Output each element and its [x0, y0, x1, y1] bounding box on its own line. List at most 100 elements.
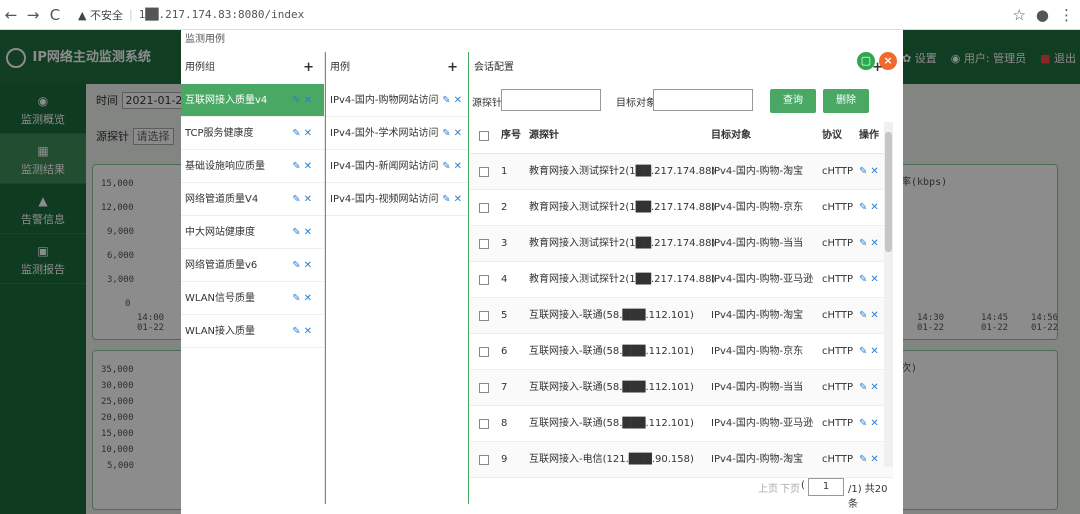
edit-icon[interactable]: ✎ — [442, 95, 450, 106]
case-item[interactable]: IPv4-国内-新闻网站访问 ✎ ✕ — [326, 150, 468, 183]
forward-button[interactable]: → — [22, 6, 44, 24]
edit-icon[interactable]: ✎ — [292, 227, 300, 238]
session-table-header: 序号 源探针 目标对象 协议 操作 — [470, 118, 893, 154]
delete-icon[interactable]: ✕ — [870, 310, 878, 321]
target-input[interactable] — [653, 89, 753, 111]
prev-page-link[interactable]: 上页 — [758, 480, 778, 495]
case-item[interactable]: IPv4-国外-学术网站访问 ✎ ✕ — [326, 117, 468, 150]
table-row[interactable]: 6 互联网接入-联通(58.███.112.101) IPv4-国内-购物-京东 cH… — [470, 334, 893, 370]
row-checkbox[interactable] — [479, 455, 489, 465]
edit-icon[interactable]: ✎ — [859, 418, 867, 429]
case-item[interactable]: IPv4-国内-视频网站访问 ✎ ✕ — [326, 183, 468, 216]
delete-icon[interactable]: ✕ — [870, 454, 878, 465]
edit-icon[interactable]: ✎ — [292, 128, 300, 139]
edit-icon[interactable]: ✎ — [442, 128, 450, 139]
row-checkbox[interactable] — [479, 239, 489, 249]
case-item[interactable]: IPv4-国内-购物网站访问 ✎ ✕ — [326, 84, 468, 117]
query-button[interactable]: 查询 — [770, 89, 816, 113]
delete-icon[interactable]: ✕ — [454, 194, 462, 205]
table-row[interactable]: 1 教育网接入测试探针2(1██.217.174.88) IPv4-国内-购物-淘宝… — [470, 154, 893, 190]
delete-icon[interactable]: ✕ — [870, 238, 878, 249]
case-group-item[interactable]: TCP服务健康度 ✎ ✕ — [181, 117, 324, 150]
row-checkbox[interactable] — [479, 275, 489, 285]
edit-icon[interactable]: ✎ — [292, 161, 300, 172]
target-label: 目标对象 — [616, 98, 656, 109]
session-search-bar: 源探针 目标对象 查询 删除 — [470, 84, 893, 118]
table-row[interactable]: 7 互联网接入-联通(58.███.112.101) IPv4-国内-购物-当当 cH… — [470, 370, 893, 406]
delete-icon[interactable]: ✕ — [304, 95, 312, 106]
delete-button[interactable]: 删除 — [823, 89, 869, 113]
back-button[interactable]: ← — [0, 6, 22, 24]
menu-icon[interactable]: ⋮ — [1059, 6, 1074, 24]
table-row[interactable]: 5 互联网接入-联通(58.███.112.101) IPv4-国内-购物-淘宝 cH… — [470, 298, 893, 334]
edit-icon[interactable]: ✎ — [859, 454, 867, 465]
case-group-item[interactable]: 网络管道质量V4 ✎ ✕ — [181, 183, 324, 216]
edit-icon[interactable]: ✎ — [442, 161, 450, 172]
modal-title: 监测用例 — [185, 34, 225, 45]
star-icon[interactable]: ☆ — [1012, 6, 1025, 24]
delete-icon[interactable]: ✕ — [870, 382, 878, 393]
delete-icon[interactable]: ✕ — [304, 161, 312, 172]
delete-icon[interactable]: ✕ — [304, 227, 312, 238]
table-row[interactable]: 8 互联网接入-联通(58.███.112.101) IPv4-国内-购物-亚马逊 c… — [470, 406, 893, 442]
select-all-checkbox[interactable] — [479, 131, 489, 141]
delete-icon[interactable]: ✕ — [454, 128, 462, 139]
row-checkbox[interactable] — [479, 311, 489, 321]
edit-icon[interactable]: ✎ — [859, 310, 867, 321]
edit-icon[interactable]: ✎ — [292, 326, 300, 337]
edit-icon[interactable]: ✎ — [859, 238, 867, 249]
row-checkbox[interactable] — [479, 203, 489, 213]
case-group-item[interactable]: WLAN接入质量 ✎ ✕ — [181, 315, 324, 348]
address-separator: | — [128, 8, 133, 21]
delete-icon[interactable]: ✕ — [454, 95, 462, 106]
case-group-item[interactable]: WLAN信号质量 ✎ ✕ — [181, 282, 324, 315]
edit-icon[interactable]: ✎ — [292, 194, 300, 205]
probe-label: 源探针 — [472, 98, 502, 109]
row-checkbox[interactable] — [479, 347, 489, 357]
delete-icon[interactable]: ✕ — [454, 161, 462, 172]
row-checkbox[interactable] — [479, 167, 489, 177]
case-group-item[interactable]: 基础设施响应质量 ✎ ✕ — [181, 150, 324, 183]
add-session-button[interactable]: + — [872, 52, 883, 84]
add-group-button[interactable]: + — [303, 52, 314, 84]
table-row[interactable]: 3 教育网接入测试探针2(1██.217.174.88) IPv4-国内-购物-当当… — [470, 226, 893, 262]
table-row[interactable]: 4 教育网接入测试探针2(1██.217.174.88) IPv4-国内-购物-亚马… — [470, 262, 893, 298]
next-page-link[interactable]: 下页 — [780, 480, 800, 495]
edit-icon[interactable]: ✎ — [859, 274, 867, 285]
case-group-item[interactable]: 互联网接入质量v4 ✎ ✕ — [181, 84, 324, 117]
delete-icon[interactable]: ✕ — [870, 274, 878, 285]
scrollbar[interactable] — [884, 122, 893, 467]
delete-icon[interactable]: ✕ — [304, 293, 312, 304]
probe-input[interactable] — [501, 89, 601, 111]
address-bar[interactable]: 1██.217.174.83:8080/index — [139, 8, 305, 21]
browser-toolbar: ← → C ▲ 不安全 | 1██.217.174.83:8080/index … — [0, 0, 1080, 30]
edit-icon[interactable]: ✎ — [859, 202, 867, 213]
add-case-button[interactable]: + — [447, 52, 458, 84]
edit-icon[interactable]: ✎ — [292, 293, 300, 304]
edit-icon[interactable]: ✎ — [859, 382, 867, 393]
edit-icon[interactable]: ✎ — [442, 194, 450, 205]
delete-icon[interactable]: ✕ — [304, 128, 312, 139]
table-row[interactable]: 2 教育网接入测试探针2(1██.217.174.88) IPv4-国内-购物-京东… — [470, 190, 893, 226]
edit-icon[interactable]: ✎ — [292, 260, 300, 271]
scrollbar-thumb[interactable] — [885, 132, 892, 252]
case-group-item[interactable]: 中大网站健康度 ✎ ✕ — [181, 216, 324, 249]
delete-icon[interactable]: ✕ — [304, 326, 312, 337]
delete-icon[interactable]: ✕ — [870, 166, 878, 177]
edit-icon[interactable]: ✎ — [859, 166, 867, 177]
delete-icon[interactable]: ✕ — [870, 418, 878, 429]
delete-icon[interactable]: ✕ — [870, 202, 878, 213]
delete-icon[interactable]: ✕ — [304, 194, 312, 205]
delete-icon[interactable]: ✕ — [304, 260, 312, 271]
case-group-item[interactable]: 网络管道质量v6 ✎ ✕ — [181, 249, 324, 282]
edit-icon[interactable]: ✎ — [292, 95, 300, 106]
profile-icon[interactable]: ● — [1036, 6, 1049, 24]
edit-icon[interactable]: ✎ — [859, 346, 867, 357]
row-checkbox[interactable] — [479, 383, 489, 393]
reload-button[interactable]: C — [44, 6, 66, 24]
page-number-input[interactable]: 1 — [808, 478, 844, 496]
table-row[interactable]: 9 互联网接入-电信(121.███.90.158) IPv4-国内-购物-淘宝 cH… — [470, 442, 893, 478]
row-checkbox[interactable] — [479, 419, 489, 429]
delete-icon[interactable]: ✕ — [870, 346, 878, 357]
security-warning[interactable]: ▲ 不安全 — [78, 7, 123, 23]
